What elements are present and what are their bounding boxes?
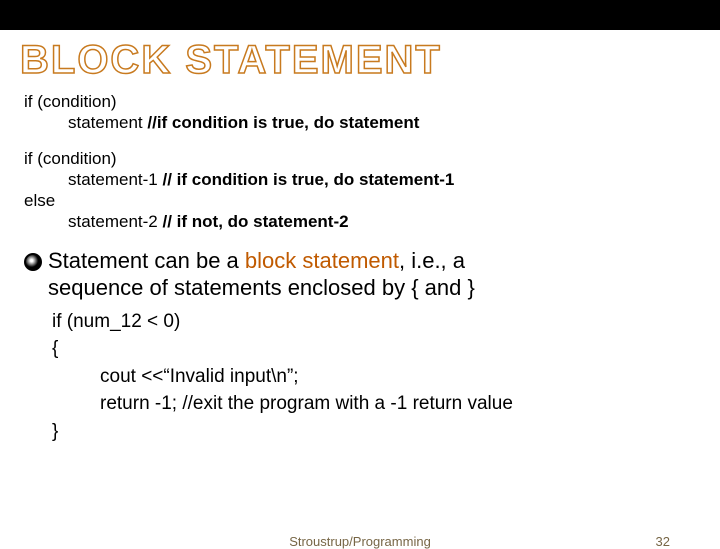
- bullet-icon: [24, 253, 42, 271]
- code-line: else: [24, 190, 696, 211]
- code-line: statement-2 // if not, do statement-2: [68, 211, 696, 232]
- bullet-item: Statement can be a block statement, i.e.…: [24, 247, 696, 302]
- code-line: statement //if condition is true, do sta…: [68, 112, 696, 133]
- footer-center: Stroustrup/Programming: [289, 534, 431, 549]
- code-line: cout <<“Invalid input\n”;: [100, 363, 696, 391]
- code-block-1: if (condition) statement //if condition …: [24, 91, 696, 134]
- code-block-3: if (num_12 < 0) { cout <<“Invalid input\…: [52, 308, 696, 446]
- slide-content: if (condition) statement //if condition …: [24, 91, 696, 445]
- code-line: if (condition): [24, 91, 696, 112]
- code-line: }: [52, 418, 696, 446]
- top-black-band: [0, 0, 720, 30]
- slide-title: BLOCK STATEMENT: [20, 38, 720, 83]
- bullet-text: Statement can be a block statement, i.e.…: [48, 247, 475, 302]
- code-line: statement-1 // if condition is true, do …: [68, 169, 696, 190]
- code-line: if (num_12 < 0): [52, 308, 696, 336]
- code-line: if (condition): [24, 148, 696, 169]
- code-line: return -1; //exit the program with a -1 …: [100, 390, 696, 418]
- page-number: 32: [656, 534, 670, 549]
- code-line: {: [52, 335, 696, 363]
- code-block-2: if (condition) statement-1 // if conditi…: [24, 148, 696, 233]
